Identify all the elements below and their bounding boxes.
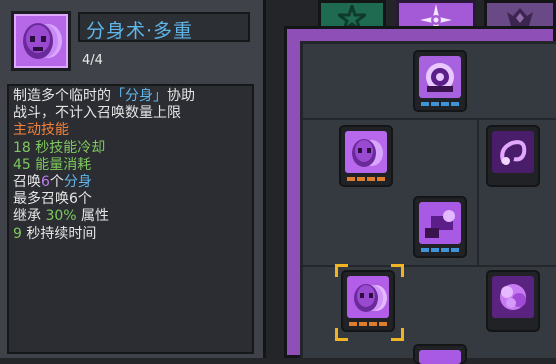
ghost-clone-icon [23, 23, 62, 59]
level-pips [421, 102, 459, 106]
selection-corner [391, 264, 404, 277]
burst-icon [500, 284, 526, 310]
description-segment: 分身 [63, 174, 92, 191]
node-swirl[interactable] [486, 125, 540, 187]
description-segment: 18 秒技能冷却 [13, 139, 106, 156]
description-segment: 协助 [167, 88, 195, 104]
node-burst[interactable] [486, 270, 540, 332]
description-line: 继承 30% 属性 [13, 208, 248, 225]
skill-info-panel: 分身术·多重 4/4 制造多个临时的「分身」协助 战斗，不计入召唤数量上限 主动技能… [0, 0, 266, 358]
description-segment: 6 [41, 174, 50, 191]
description-segment: 9 [13, 225, 22, 242]
level-pips [421, 248, 459, 252]
description-segment: 30% [45, 208, 77, 225]
skill-title: 分身术·多重 [86, 20, 194, 42]
selection-corner [335, 264, 348, 277]
ghost-clone-icon [354, 284, 387, 312]
tree-divider [477, 118, 479, 265]
swirl-icon [500, 140, 527, 165]
description-segment: 秒持续时间 [21, 225, 97, 242]
description-segment: 召唤 [13, 174, 41, 191]
description-segment: 主动技能 [13, 122, 69, 139]
description-segment: 个 [49, 174, 64, 191]
selection-corner [335, 328, 348, 341]
skill-title-box: 分身术·多重 [78, 12, 250, 42]
description-line: 最多召唤6个 [13, 191, 248, 208]
ghost-clone-icon [352, 139, 383, 167]
description-line: 18 秒技能冷却 [13, 140, 248, 157]
portal-icon [426, 63, 454, 92]
description-segment: 制造多个临时的 [13, 88, 111, 104]
skill-tree-panel [300, 41, 556, 364]
node-partial[interactable] [413, 344, 467, 364]
description-segment: 战斗，不计入召唤数量上限 [13, 105, 181, 122]
selection-corner [391, 328, 404, 341]
description-line: 9 秒持续时间 [13, 226, 248, 243]
description-line: 主动技能 [13, 122, 248, 139]
description-line: 战斗，不计入召唤数量上限 [13, 105, 248, 122]
description-segment: 45 能量消耗 [13, 156, 92, 173]
cannon-icon [425, 210, 455, 238]
description-segment: 最多召唤6个 [13, 191, 92, 208]
skill-level: 4/4 [82, 53, 103, 68]
description-segment: 「分身」 [111, 88, 167, 104]
node-clone[interactable] [339, 125, 393, 187]
description-segment: 继承 [13, 208, 46, 225]
description-line: 制造多个临时的「分身」协助 [13, 88, 248, 105]
description-segment: 属性 [76, 208, 110, 225]
skill-portrait [11, 11, 71, 71]
tree-divider [303, 118, 556, 120]
description-line: 召唤6个分身 [13, 174, 248, 191]
skill-description: 制造多个临时的「分身」协助 战斗，不计入召唤数量上限 主动技能 18 秒技能冷却 45 … [7, 84, 254, 354]
description-line: 45 能量消耗 [13, 157, 248, 174]
node-clone-multi[interactable] [341, 270, 395, 332]
level-pips [349, 322, 387, 326]
level-pips [347, 177, 385, 181]
node-cannon[interactable] [413, 196, 467, 258]
node-portal[interactable] [413, 50, 467, 112]
